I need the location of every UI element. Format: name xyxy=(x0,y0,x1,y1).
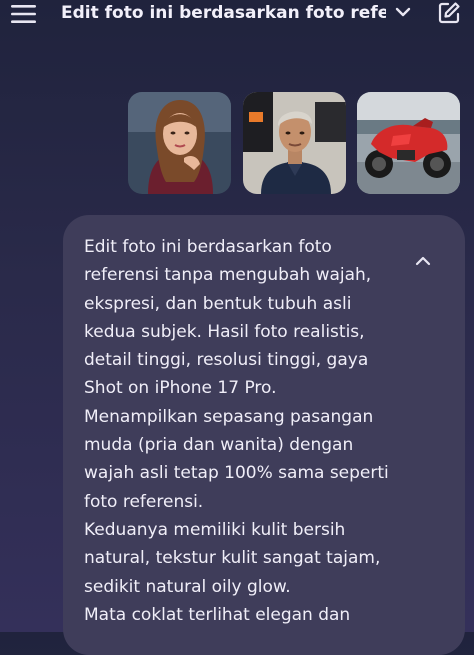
prompt-line: Menampilkan sepasang pasangan xyxy=(84,406,374,427)
prompt-line: Shot on iPhone 17 Pro. xyxy=(84,378,277,399)
attachment-photo-man[interactable] xyxy=(243,92,346,194)
prompt-line: foto referensi. xyxy=(84,491,204,512)
prompt-line: wajah asli tetap 100% sama seperti xyxy=(84,463,389,484)
user-message-bubble: Edit foto ini berdasarkan foto referensi… xyxy=(63,215,465,655)
prompt-line: Mata coklat terlihat elegan dan xyxy=(84,604,351,625)
attachment-photo-woman[interactable] xyxy=(128,92,231,194)
edit-icon[interactable] xyxy=(437,1,461,25)
prompt-line: Keduanya memiliki kulit bersih xyxy=(84,519,346,540)
chat-title[interactable]: Edit foto ini berdasarkan foto refer... xyxy=(61,2,386,24)
prompt-line: ekspresi, dan bentuk tubuh asli xyxy=(84,293,352,314)
user-prompt-text: Edit foto ini berdasarkan foto referensi… xyxy=(84,233,404,629)
prompt-line: Edit foto ini berdasarkan foto xyxy=(84,237,332,257)
prompt-line: kedua subjek. Hasil foto realistis, xyxy=(84,321,365,342)
hamburger-menu-icon[interactable] xyxy=(11,4,37,24)
prompt-line: muda (pria dan wanita) dengan xyxy=(84,435,354,456)
attachment-photo-motorcycle[interactable] xyxy=(357,92,460,194)
chevron-down-icon[interactable] xyxy=(394,4,412,20)
prompt-line: detail tinggi, resolusi tinggi, gaya xyxy=(84,350,369,371)
app-header: Edit foto ini berdasarkan foto refer... xyxy=(0,0,474,34)
prompt-line: referensi tanpa mengubah wajah, xyxy=(84,265,372,286)
chevron-up-icon[interactable] xyxy=(415,252,431,266)
prompt-line: sedikit natural oily glow. xyxy=(84,576,291,597)
prompt-line: natural, tekstur kulit sangat tajam, xyxy=(84,548,381,569)
